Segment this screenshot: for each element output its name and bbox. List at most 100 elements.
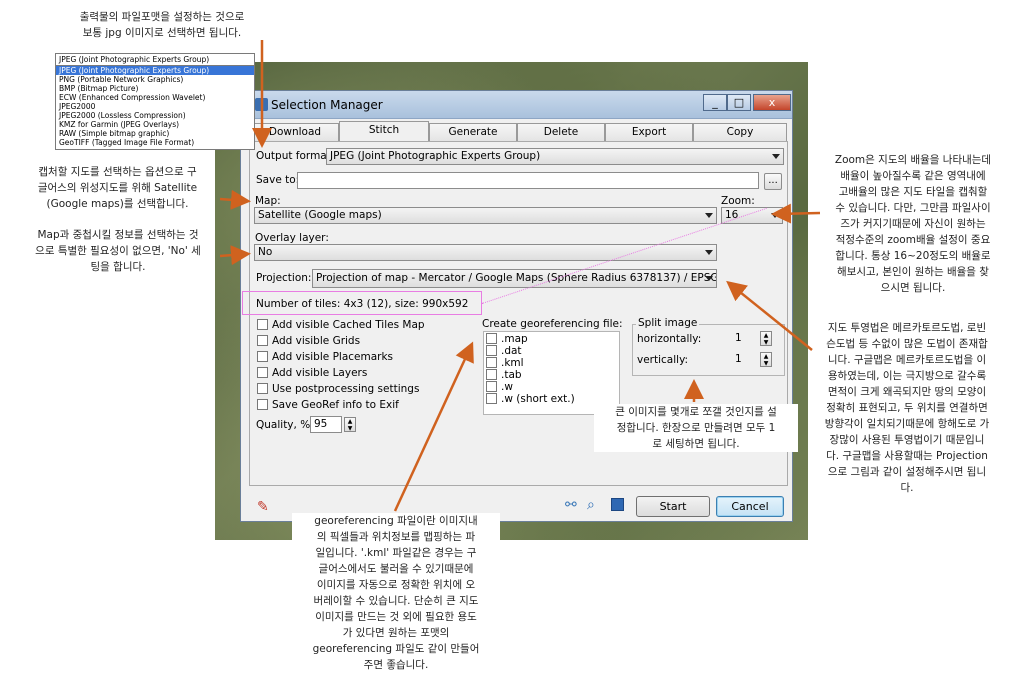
format-option[interactable]: RAW (Simple bitmap graphic): [56, 129, 254, 138]
option-label: Use postprocessing settings: [272, 383, 420, 395]
format-option[interactable]: JPEG (Joint Photographic Experts Group): [56, 66, 254, 75]
chevron-down-icon: [772, 154, 780, 159]
app-icon: [255, 98, 268, 111]
tab-stitch[interactable]: Stitch: [339, 121, 429, 142]
option-label: Save GeoRef info to Exif: [272, 399, 399, 411]
projection-select[interactable]: Projection of map - Mercator / Google Ma…: [312, 269, 717, 288]
tab-generate[interactable]: Generate: [429, 123, 517, 141]
checkbox[interactable]: [486, 357, 497, 368]
checkbox[interactable]: [257, 399, 268, 410]
format-option[interactable]: PNG (Portable Network Graphics): [56, 75, 254, 84]
annotation-map: 캡처할 지도를 선택하는 옵션으로 구 글어스의 위성지도를 위해 Satell…: [37, 166, 198, 210]
output-format-value: JPEG (Joint Photographic Experts Group): [330, 150, 541, 162]
georef-tab[interactable]: .tab: [486, 369, 522, 381]
chevron-down-icon: [705, 276, 713, 281]
search-icon[interactable]: ⌕: [587, 497, 595, 513]
browse-button[interactable]: ...: [764, 173, 782, 190]
georef-label: .kml: [501, 357, 524, 369]
checkbox[interactable]: [257, 351, 268, 362]
tab-download[interactable]: Download: [251, 123, 339, 141]
split-vertically-field[interactable]: 1: [732, 352, 758, 369]
annotation-split: 큰 이미지를 몇개로 쪼갤 것인지를 설 정합니다. 한장으로 만들려면 모두 …: [594, 404, 798, 452]
map-label: Map:: [255, 195, 281, 207]
option-postprocessing[interactable]: Use postprocessing settings: [257, 383, 419, 395]
annotation-zoom: Zoom은 지도의 배율을 나타내는데 배율이 높아질수록 같은 영역내에 고배…: [834, 154, 992, 294]
georef-dat[interactable]: .dat: [486, 345, 522, 357]
georef-label: .map: [501, 333, 528, 345]
output-format-select[interactable]: JPEG (Joint Photographic Experts Group): [326, 148, 784, 165]
connect-icon[interactable]: ⚯: [565, 497, 577, 513]
close-button[interactable]: x: [753, 94, 791, 111]
georef-w[interactable]: .w: [486, 381, 513, 393]
title-bar: Selection Manager _ □ x: [241, 91, 792, 119]
georef-label: .w: [501, 381, 513, 393]
split-vertically-stepper[interactable]: ▲ ▼: [760, 352, 772, 367]
georef-title: Create georeferencing file:: [482, 318, 623, 330]
format-option[interactable]: JPEG2000: [56, 102, 254, 111]
georef-w-short[interactable]: .w (short ext.): [486, 393, 575, 405]
annotation-georef: georeferencing 파일이란 이미지내 의 픽셀들과 위치정보를 맵핑…: [292, 513, 500, 673]
save-icon[interactable]: [611, 498, 624, 511]
format-option[interactable]: ECW (Enhanced Compression Wavelet): [56, 93, 254, 102]
map-value: Satellite (Google maps): [258, 209, 382, 221]
georef-map[interactable]: .map: [486, 333, 528, 345]
option-layers[interactable]: Add visible Layers: [257, 367, 367, 379]
georef-label: .dat: [501, 345, 522, 357]
pin-icon[interactable]: ✎: [257, 499, 269, 515]
option-label: Add visible Grids: [272, 335, 361, 347]
tiles-info: Number of tiles: 4x3 (12), size: 990x592: [256, 298, 469, 310]
output-format-label: Output format:: [256, 150, 335, 162]
annotation-format: 출력물의 파일포맷을 설정하는 것으로 보통 jpg 이미지로 선택하면 됩니다…: [79, 11, 245, 39]
checkbox[interactable]: [486, 393, 497, 404]
zoom-label: Zoom:: [721, 195, 755, 207]
annotation-overlay: Map과 중첩시킬 정보를 선택하는 것 으로 특별한 필요성이 없으면, 'N…: [35, 229, 201, 273]
option-label: Add visible Layers: [272, 367, 368, 379]
georef-kml[interactable]: .kml: [486, 357, 524, 369]
save-to-field[interactable]: [297, 172, 759, 189]
georef-label: .tab: [501, 369, 522, 381]
map-select[interactable]: Satellite (Google maps): [254, 207, 717, 224]
format-dropdown-selected[interactable]: JPEG (Joint Photographic Experts Group): [56, 54, 254, 66]
option-georef-exif[interactable]: Save GeoRef info to Exif: [257, 399, 399, 411]
start-button[interactable]: Start: [636, 496, 710, 517]
quality-field[interactable]: 95: [310, 416, 342, 433]
split-vertically-label: vertically:: [637, 354, 689, 366]
minimize-button[interactable]: _: [703, 94, 727, 111]
split-image-title: Split image: [636, 317, 700, 329]
format-option[interactable]: BMP (Bitmap Picture): [56, 84, 254, 93]
checkbox[interactable]: [486, 333, 497, 344]
maximize-button[interactable]: □: [727, 94, 751, 111]
cancel-button[interactable]: Cancel: [716, 496, 784, 517]
option-cached-tiles[interactable]: Add visible Cached Tiles Map: [257, 319, 425, 331]
checkbox[interactable]: [257, 319, 268, 330]
tab-export[interactable]: Export: [605, 123, 693, 141]
checkbox[interactable]: [257, 367, 268, 378]
chevron-down-icon: [705, 213, 713, 218]
checkbox[interactable]: [486, 381, 497, 392]
window-title: Selection Manager: [271, 98, 383, 112]
option-label: Add visible Placemarks: [272, 351, 394, 363]
tab-copy[interactable]: Copy: [693, 123, 787, 141]
save-to-label: Save to:: [256, 174, 300, 186]
option-label: Add visible Cached Tiles Map: [272, 319, 425, 331]
tab-delete[interactable]: Delete: [517, 123, 605, 141]
split-horizontally-stepper[interactable]: ▲ ▼: [760, 331, 772, 346]
option-grids[interactable]: Add visible Grids: [257, 335, 360, 347]
format-option[interactable]: JPEG2000 (Lossless Compression): [56, 111, 254, 120]
split-horizontally-field[interactable]: 1: [732, 331, 758, 348]
checkbox[interactable]: [486, 369, 497, 380]
option-placemarks[interactable]: Add visible Placemarks: [257, 351, 393, 363]
format-option[interactable]: KMZ for Garmin (JPEG Overlays): [56, 120, 254, 129]
overlay-layer-label: Overlay layer:: [255, 232, 329, 244]
chevron-down-icon: [771, 213, 779, 218]
projection-value: Projection of map - Mercator / Google Ma…: [316, 272, 717, 284]
quality-stepper[interactable]: ▲ ▼: [344, 417, 356, 432]
checkbox[interactable]: [257, 383, 268, 394]
format-option[interactable]: GeoTIFF (Tagged Image File Format): [56, 138, 254, 147]
tab-bar: Download Stitch Generate Delete Export C…: [241, 121, 792, 142]
checkbox[interactable]: [486, 345, 497, 356]
checkbox[interactable]: [257, 335, 268, 346]
quality-label: Quality, %: [256, 419, 311, 431]
chevron-down-icon: [705, 250, 713, 255]
zoom-select[interactable]: 16: [721, 207, 783, 224]
